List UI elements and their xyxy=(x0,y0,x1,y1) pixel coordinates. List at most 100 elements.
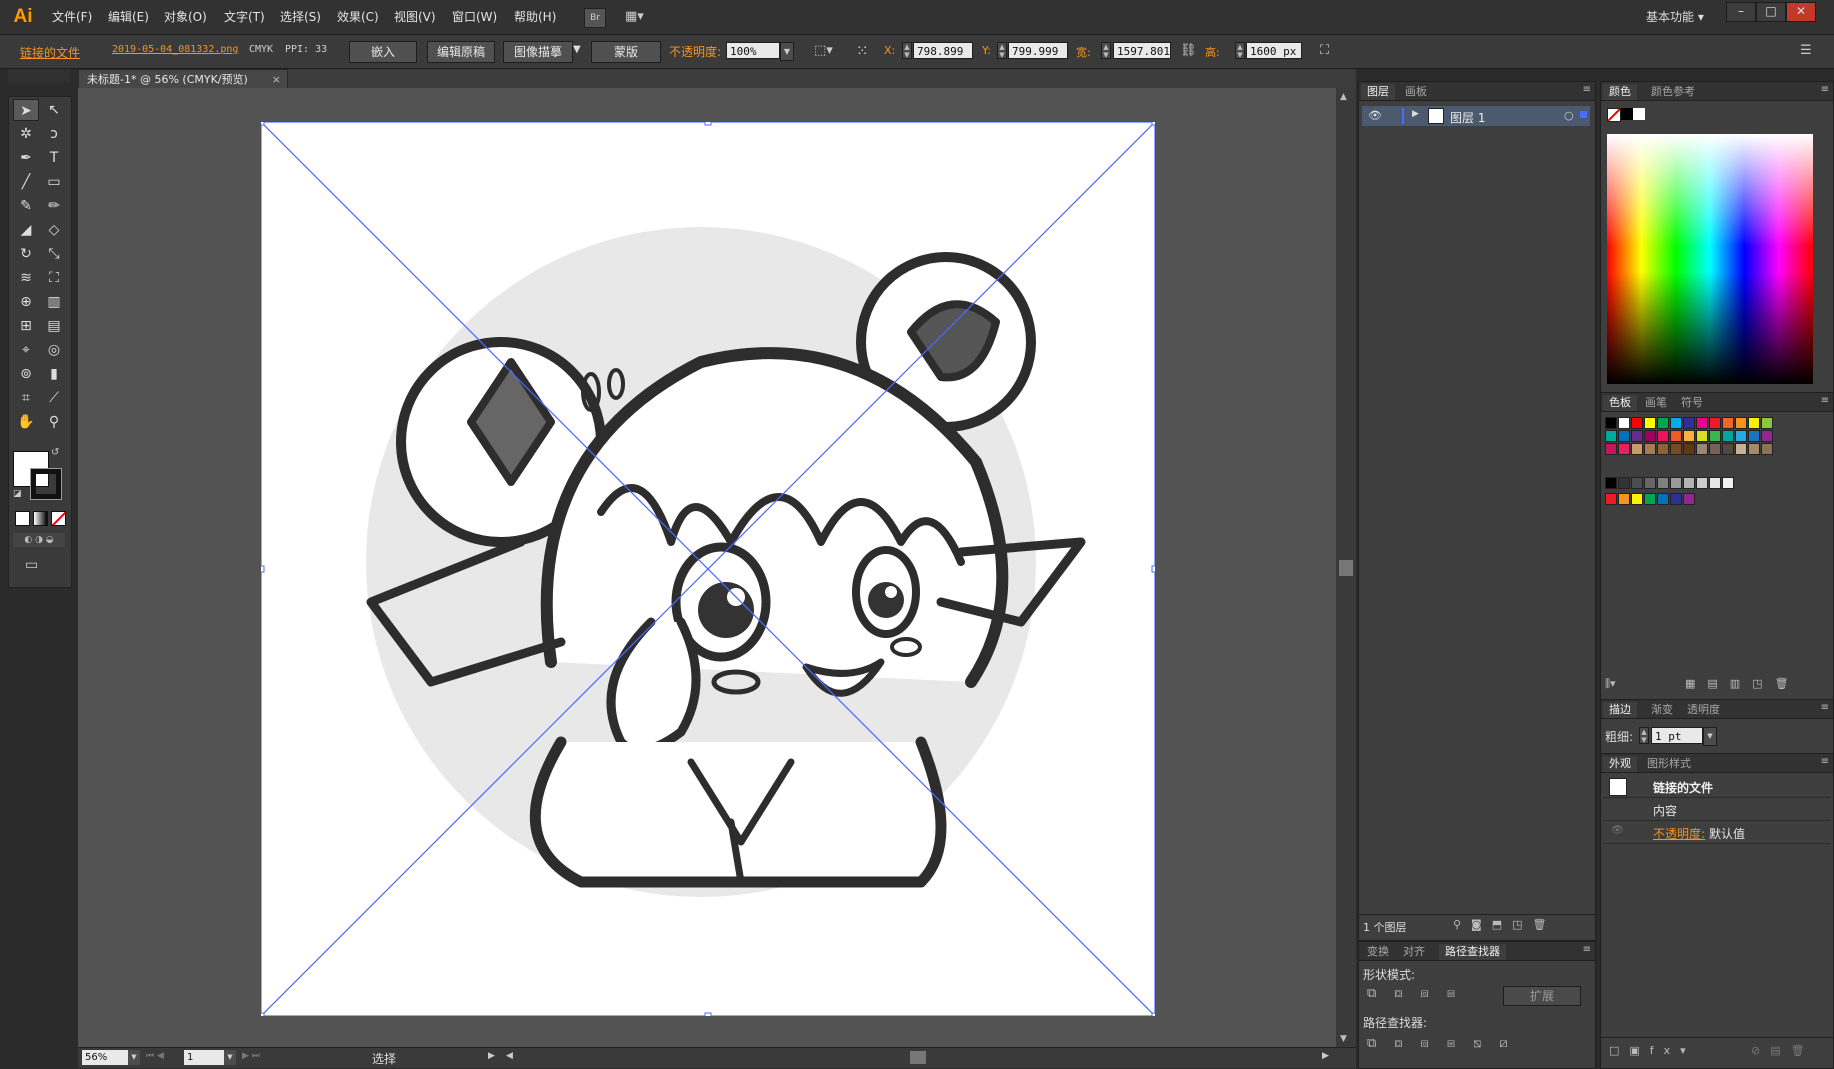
color-swatch[interactable] xyxy=(1618,417,1630,429)
stroke-weight-dropdown-icon[interactable]: ▼ xyxy=(1703,727,1717,746)
pen-tool-icon[interactable]: ✒ xyxy=(13,147,39,169)
color-swatch[interactable] xyxy=(1748,430,1760,442)
color-swatch[interactable] xyxy=(1722,443,1734,455)
color-swatch[interactable] xyxy=(1618,430,1630,442)
color-swatch[interactable] xyxy=(1657,417,1669,429)
tab-layers[interactable]: 图层 xyxy=(1361,84,1395,100)
transform-icon[interactable]: ⛶ xyxy=(1320,43,1329,58)
color-swatch[interactable] xyxy=(1683,430,1695,442)
color-swatch[interactable] xyxy=(1657,430,1669,442)
horizontal-scroll-thumb[interactable] xyxy=(910,1051,926,1064)
color-swatch[interactable] xyxy=(1644,417,1656,429)
appearance-opacity-label[interactable]: 不透明度: xyxy=(1653,825,1705,842)
color-swatch[interactable] xyxy=(1644,477,1656,489)
color-swatch[interactable] xyxy=(1696,417,1708,429)
screen-mode-icon[interactable]: ▭ xyxy=(25,557,38,573)
swatch-library-icon[interactable]: ⫼▾ xyxy=(1605,677,1616,691)
embed-button[interactable]: 嵌入 xyxy=(349,41,417,63)
linked-file-link[interactable]: 链接的文件 xyxy=(20,44,80,61)
menu-help[interactable]: 帮助(H) xyxy=(510,8,560,26)
color-swatch[interactable] xyxy=(1748,417,1760,429)
menu-edit[interactable]: 编辑(E) xyxy=(104,8,153,26)
magic-wand-tool-icon[interactable]: ✲ xyxy=(13,123,39,145)
color-swatch[interactable] xyxy=(1683,443,1695,455)
color-white-swatch[interactable] xyxy=(1633,108,1645,120)
color-swatch[interactable] xyxy=(1644,493,1656,505)
layer-row[interactable]: 👁 ▶ 图层 1 ○ xyxy=(1362,106,1590,126)
gradient-tool-icon[interactable]: ▤ xyxy=(41,315,67,337)
appearance-footer-right-icons[interactable]: ⊘▤🗑 xyxy=(1751,1044,1815,1057)
image-trace-dropdown-icon[interactable]: ▼ xyxy=(573,44,581,55)
color-swatch[interactable] xyxy=(1696,477,1708,489)
color-swatch[interactable] xyxy=(1644,430,1656,442)
opacity-label[interactable]: 不透明度: xyxy=(669,43,721,60)
color-swatch[interactable] xyxy=(1709,417,1721,429)
default-colors-icon[interactable]: ◪ xyxy=(13,489,22,499)
color-swatch[interactable] xyxy=(1618,443,1630,455)
color-swatch[interactable] xyxy=(1631,430,1643,442)
appearance-footer-left-icons[interactable]: □▣fx▾ xyxy=(1609,1044,1696,1057)
shape-mode-icons[interactable]: ⧉⧈⧇⧆ xyxy=(1367,986,1473,1001)
blend-tool-icon[interactable]: ◎ xyxy=(41,339,67,361)
menu-file[interactable]: 文件(F) xyxy=(48,8,96,26)
shape-builder-tool-icon[interactable]: ⊕ xyxy=(13,291,39,313)
color-black-swatch[interactable] xyxy=(1621,108,1633,120)
color-swatch[interactable] xyxy=(1683,493,1695,505)
tab-appearance[interactable]: 外观 xyxy=(1603,756,1637,772)
width-input[interactable]: 1597.801 xyxy=(1113,42,1171,59)
color-none-swatch[interactable] xyxy=(1607,108,1621,122)
color-swatch[interactable] xyxy=(1735,417,1747,429)
color-swatch[interactable] xyxy=(1670,430,1682,442)
color-swatch[interactable] xyxy=(1670,417,1682,429)
layers-menu-icon[interactable]: ≡ xyxy=(1583,84,1591,95)
artboard-dropdown-icon[interactable]: ▼ xyxy=(224,1050,236,1065)
close-button[interactable]: ✕ xyxy=(1786,2,1816,22)
appearance-menu-icon[interactable]: ≡ xyxy=(1821,756,1829,767)
artboard-tool-icon[interactable]: ⌗ xyxy=(13,387,39,409)
color-swatch[interactable] xyxy=(1605,430,1617,442)
last-artboard-icon[interactable]: ▶ ⏭ xyxy=(242,1051,260,1061)
drawing-modes-icon[interactable]: ◐ ◑ ◒ xyxy=(13,533,65,547)
toolbox-header[interactable] xyxy=(8,69,70,83)
workspace-switcher[interactable]: 基本功能 ▾ xyxy=(1646,8,1704,25)
type-tool-icon[interactable]: T xyxy=(41,147,67,169)
color-swatch[interactable] xyxy=(1670,493,1682,505)
zoom-dropdown-icon[interactable]: ▼ xyxy=(128,1050,140,1065)
rectangle-tool-icon[interactable]: ▭ xyxy=(41,171,67,193)
color-swatch[interactable] xyxy=(1631,443,1643,455)
link-proportions-icon[interactable]: ⛓ xyxy=(1180,43,1197,58)
rotate-tool-icon[interactable]: ↻ xyxy=(13,243,39,265)
color-swatch[interactable] xyxy=(1696,430,1708,442)
expand-layer-icon[interactable]: ▶ xyxy=(1412,109,1419,119)
tab-brushes[interactable]: 画笔 xyxy=(1639,395,1673,411)
menu-window[interactable]: 窗口(W) xyxy=(448,8,501,26)
tab-symbols[interactable]: 符号 xyxy=(1675,395,1709,411)
color-swatch[interactable] xyxy=(1709,477,1721,489)
vertical-scroll-thumb[interactable] xyxy=(1339,560,1353,576)
tab-transparency[interactable]: 透明度 xyxy=(1681,702,1726,718)
stroke-color-swatch[interactable] xyxy=(30,468,62,500)
vertical-scrollbar[interactable]: ▲ ▼ xyxy=(1336,88,1356,1049)
zoom-tool-icon[interactable]: ⚲ xyxy=(41,411,67,433)
eraser-tool-icon[interactable]: ◇ xyxy=(41,219,67,241)
menu-select[interactable]: 选择(S) xyxy=(276,8,325,26)
menu-type[interactable]: 文字(T) xyxy=(220,8,269,26)
selected-art-indicator[interactable] xyxy=(1580,111,1587,118)
color-swatch[interactable] xyxy=(1605,477,1617,489)
lasso-tool-icon[interactable]: ↄ xyxy=(41,123,67,145)
recolor-icon[interactable]: ⬚▾ xyxy=(814,43,833,58)
artboard-number-input[interactable]: 1 xyxy=(184,1050,224,1065)
height-input[interactable]: 1600 px xyxy=(1246,42,1302,59)
opacity-visibility-icon[interactable]: 👁 xyxy=(1611,825,1624,836)
color-swatch[interactable] xyxy=(1722,430,1734,442)
tab-stroke[interactable]: 描边 xyxy=(1603,702,1637,718)
column-graph-tool-icon[interactable]: ▮ xyxy=(41,363,67,385)
stroke-weight-input[interactable]: 1 pt xyxy=(1651,727,1703,744)
color-swatch[interactable] xyxy=(1735,443,1747,455)
appearance-content-row[interactable]: 内容 xyxy=(1603,798,1831,821)
x-input[interactable]: 798.899 xyxy=(913,42,973,59)
scroll-up-icon[interactable]: ▲ xyxy=(1340,92,1347,102)
width-tool-icon[interactable]: ≋ xyxy=(13,267,39,289)
eyedropper-tool-icon[interactable]: ⌖ xyxy=(13,339,39,361)
selection-tool-icon[interactable]: ➤ xyxy=(13,99,39,121)
